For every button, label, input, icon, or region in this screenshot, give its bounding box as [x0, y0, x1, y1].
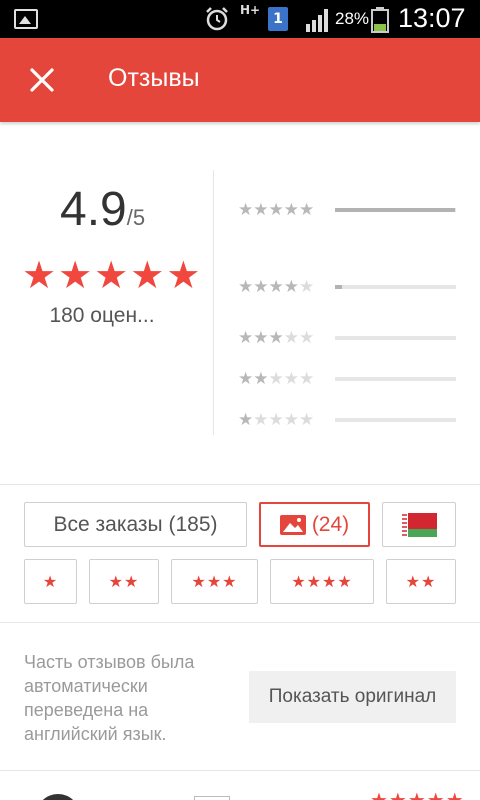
- filter-5-stars[interactable]: ★★: [386, 559, 456, 604]
- distribution-row-4: ★★★★★: [238, 277, 458, 297]
- star-icon: ★: [299, 369, 315, 389]
- star-icon: ★: [283, 410, 299, 430]
- star-icon: ★: [268, 328, 284, 348]
- star-icon: ★: [268, 200, 284, 220]
- star-icon: ★: [58, 253, 93, 297]
- distribution-row-3: ★★★★★: [238, 328, 458, 348]
- star-icon: ★: [283, 328, 299, 348]
- score-value: 4.9: [60, 183, 127, 236]
- filter-2-stars[interactable]: ★★: [89, 559, 159, 604]
- network-type: H+: [240, 3, 261, 17]
- star-icon: ★: [238, 328, 254, 348]
- image-icon: [279, 514, 306, 535]
- filter-5-stars-label: ★★: [405, 573, 437, 591]
- star-icon: ★: [22, 253, 57, 297]
- distribution-row-1: ★★★★★: [238, 410, 458, 430]
- filter-country[interactable]: [382, 502, 456, 547]
- distribution-bar: [335, 418, 456, 422]
- star-icon: ★: [94, 253, 129, 297]
- star-icon: ★: [238, 277, 254, 297]
- clock: 13:07: [398, 3, 466, 33]
- battery-icon: [371, 7, 389, 33]
- filter-1-star[interactable]: ★: [24, 559, 77, 604]
- belarus-flag-icon: [401, 512, 437, 537]
- sim-indicator: 1: [268, 7, 288, 31]
- signal-icon: [306, 9, 328, 32]
- star-icon: ★: [253, 369, 269, 389]
- distribution-bar: [335, 377, 456, 381]
- score-max: /5: [126, 205, 146, 230]
- filter-1-star-label: ★: [42, 573, 59, 591]
- star-icon: ★: [268, 410, 284, 430]
- star-icon: ★: [238, 410, 254, 430]
- filter-3-stars-label: ★★★: [191, 573, 238, 591]
- distribution-stars: ★★★★★: [238, 410, 314, 430]
- star-icon: ★: [299, 410, 315, 430]
- star-icon: ★: [253, 328, 269, 348]
- filter-4-stars[interactable]: ★★★★: [270, 559, 374, 604]
- star-icon: ★: [268, 277, 284, 297]
- star-icon: ★: [299, 200, 315, 220]
- divider: [0, 770, 480, 771]
- star-icon: ★: [283, 277, 299, 297]
- average-stars: ★ ★ ★ ★ ★: [22, 256, 200, 294]
- distribution-row-2: ★★★★★: [238, 369, 458, 389]
- distribution-row-5: ★★★★★: [238, 200, 458, 220]
- distribution-stars: ★★★★★: [238, 328, 314, 348]
- avatar[interactable]: [36, 794, 80, 800]
- filter-3-stars[interactable]: ★★★: [171, 559, 258, 604]
- star-icon: ★: [253, 277, 269, 297]
- star-icon: ★: [253, 200, 269, 220]
- reviewer-flag-icon: [194, 796, 230, 800]
- rating-count: 180 оцен...: [49, 304, 155, 327]
- star-icon: ★: [238, 369, 254, 389]
- close-icon[interactable]: [24, 62, 60, 98]
- distribution-bar: [335, 208, 456, 212]
- page-title: Отзывы: [108, 64, 200, 92]
- star-icon: ★: [283, 369, 299, 389]
- distribution-stars: ★★★★★: [238, 277, 314, 297]
- gallery-icon: [14, 9, 38, 29]
- star-icon: ★: [253, 410, 269, 430]
- distribution-bar: [335, 336, 456, 340]
- filter-4-stars-label: ★★★★: [291, 573, 353, 591]
- battery-percent: 28%: [335, 9, 370, 28]
- divider: [0, 484, 480, 485]
- star-icon: ★: [283, 200, 299, 220]
- filter-with-photos[interactable]: (24): [259, 502, 370, 547]
- distribution-bar-fill: [335, 208, 455, 212]
- star-icon: ★: [130, 253, 165, 297]
- translation-notice: Часть отзывов была автоматически перевед…: [24, 652, 195, 744]
- rating-summary: 4.9/5 ★ ★ ★ ★ ★ 180 оцен... ★★★★★ ★★★★★ ★★★★★ ★…: [0, 122, 480, 484]
- distribution-stars: ★★★★★: [238, 369, 314, 389]
- status-bar: H+ 1 28% 13:07: [0, 0, 480, 38]
- distribution-stars: ★★★★★: [238, 200, 314, 220]
- star-icon: ★: [268, 369, 284, 389]
- filter-2-stars-label: ★★: [108, 573, 140, 591]
- star-icon: ★: [299, 277, 315, 297]
- average-score: 4.9/5: [60, 182, 145, 237]
- review-stars: ★★★★★: [370, 788, 465, 800]
- filter-all-orders[interactable]: Все заказы (185): [24, 502, 247, 547]
- star-icon: ★: [166, 253, 201, 297]
- divider: [213, 170, 214, 435]
- star-icon: ★: [299, 328, 315, 348]
- star-icon: ★: [238, 200, 254, 220]
- filter-with-photos-count: (24): [311, 512, 350, 536]
- show-original-button[interactable]: Показать оригинал: [249, 671, 456, 723]
- distribution-bar-fill: [335, 285, 343, 289]
- divider: [0, 622, 480, 623]
- filter-all-orders-label: Все заказы (185): [53, 512, 218, 536]
- app-bar: Отзывы: [0, 38, 480, 122]
- alarm-icon: [206, 7, 228, 31]
- distribution-bar: [335, 285, 456, 289]
